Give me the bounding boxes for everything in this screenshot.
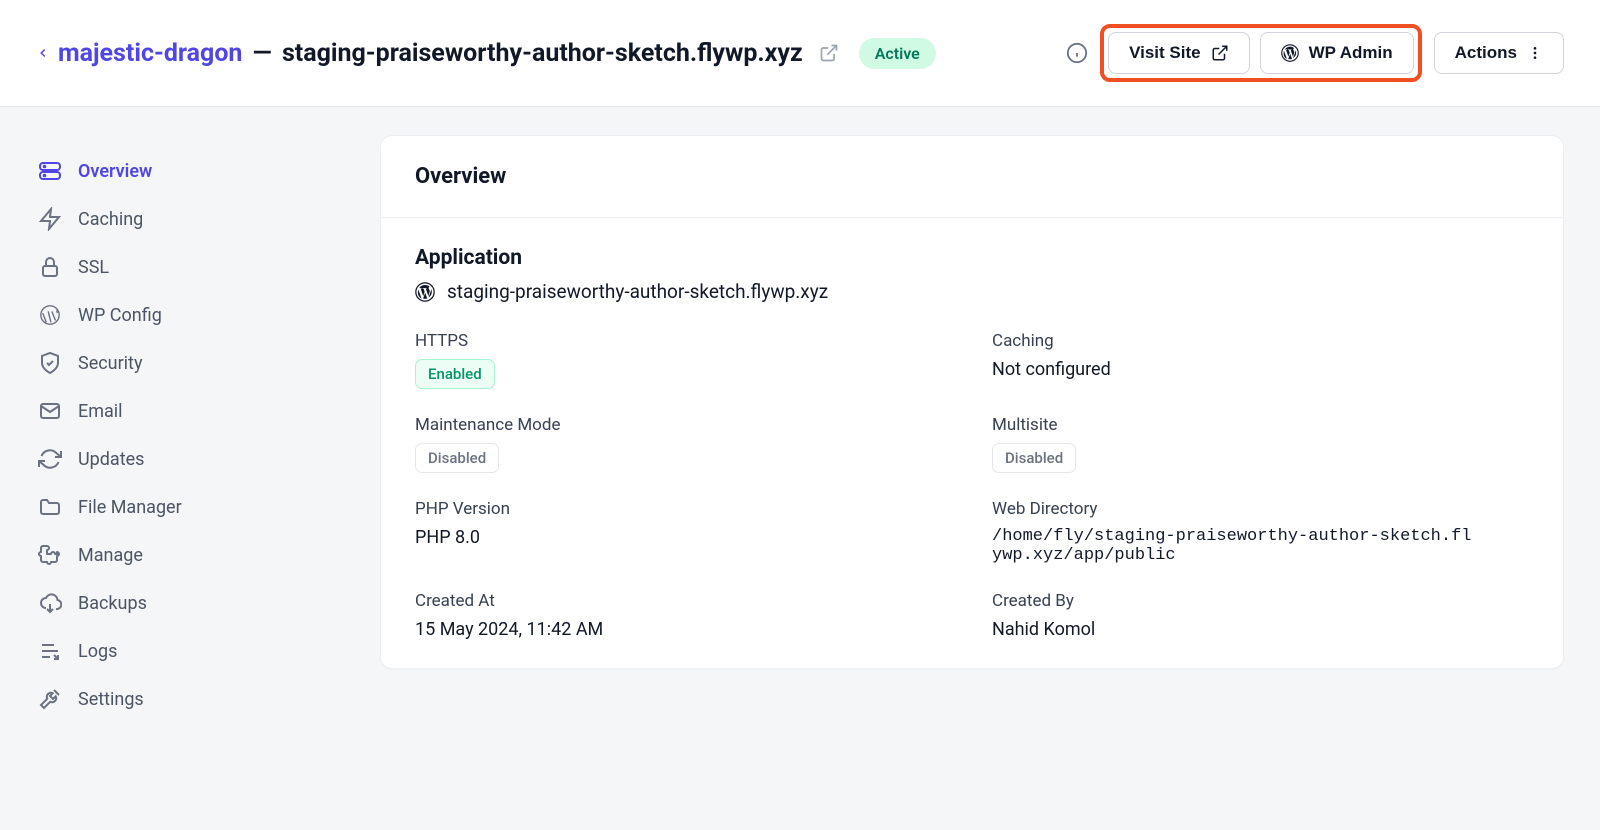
visit-site-button[interactable]: Visit Site <box>1108 32 1250 74</box>
server-name[interactable]: majestic-dragon <box>58 39 242 68</box>
maintenance-field: Maintenance Mode Disabled <box>415 415 952 473</box>
breadcrumb: majestic-dragon — staging-praiseworthy-a… <box>36 38 936 69</box>
bolt-icon <box>38 207 62 231</box>
external-link-icon[interactable] <box>819 43 839 63</box>
field-value: PHP 8.0 <box>415 527 952 548</box>
field-label: Created At <box>415 591 952 611</box>
page-header: majestic-dragon — staging-praiseworthy-a… <box>0 0 1600 107</box>
application-domain-row: staging-praiseworthy-author-sketch.flywp… <box>415 280 1529 303</box>
https-field: HTTPS Enabled <box>415 331 952 389</box>
actions-button[interactable]: Actions <box>1434 32 1564 74</box>
breadcrumb-title: majestic-dragon — staging-praiseworthy-a… <box>58 39 803 68</box>
refresh-icon <box>38 447 62 471</box>
field-label: Web Directory <box>992 499 1529 519</box>
overview-card: Overview Application staging-praiseworth… <box>380 135 1564 669</box>
tools-icon <box>38 687 62 711</box>
field-value: 15 May 2024, 11:42 AM <box>415 619 952 640</box>
main-content: Overview Application staging-praiseworth… <box>380 107 1600 830</box>
sidebar-item-label: Security <box>78 353 142 374</box>
multisite-badge: Disabled <box>992 443 1076 473</box>
field-label: Caching <box>992 331 1529 351</box>
body: Overview Caching SSL WP Config Security … <box>0 107 1600 830</box>
wordpress-icon <box>415 282 435 302</box>
webdir-field: Web Directory /home/fly/staging-praisewo… <box>992 499 1529 565</box>
external-link-icon <box>1211 44 1229 62</box>
created-at-field: Created At 15 May 2024, 11:42 AM <box>415 591 952 640</box>
breadcrumb-separator: — <box>253 39 272 68</box>
created-by-field: Created By Nahid Komol <box>992 591 1529 640</box>
info-grid: HTTPS Enabled Caching Not configured Mai… <box>415 331 1529 640</box>
cloud-download-icon <box>38 591 62 615</box>
sidebar-item-manage[interactable]: Manage <box>24 531 356 579</box>
sidebar-item-caching[interactable]: Caching <box>24 195 356 243</box>
sidebar-item-label: File Manager <box>78 497 182 518</box>
php-field: PHP Version PHP 8.0 <box>415 499 952 565</box>
highlighted-buttons: Visit Site WP Admin <box>1100 24 1422 82</box>
card-title: Overview <box>415 164 1529 189</box>
header-actions: Visit Site WP Admin Actions <box>1066 24 1564 82</box>
mail-icon <box>38 399 62 423</box>
folder-icon <box>38 495 62 519</box>
sidebar-item-email[interactable]: Email <box>24 387 356 435</box>
logs-icon <box>38 639 62 663</box>
wp-admin-button[interactable]: WP Admin <box>1260 32 1414 74</box>
card-body: Application staging-praiseworthy-author-… <box>381 218 1563 668</box>
application-heading: Application <box>415 246 1529 270</box>
puzzle-icon <box>38 543 62 567</box>
sidebar-item-overview[interactable]: Overview <box>24 147 356 195</box>
sidebar-item-label: Updates <box>78 449 144 470</box>
sidebar-item-label: Manage <box>78 545 143 566</box>
sidebar-item-file-manager[interactable]: File Manager <box>24 483 356 531</box>
info-icon[interactable] <box>1066 42 1088 64</box>
server-icon <box>38 159 62 183</box>
sidebar-item-label: Caching <box>78 209 143 230</box>
sidebar-item-wp-config[interactable]: WP Config <box>24 291 356 339</box>
sidebar-item-label: WP Config <box>78 305 162 326</box>
sidebar-item-security[interactable]: Security <box>24 339 356 387</box>
sidebar: Overview Caching SSL WP Config Security … <box>0 107 380 830</box>
sidebar-item-label: Settings <box>78 689 144 710</box>
sidebar-item-settings[interactable]: Settings <box>24 675 356 723</box>
sidebar-item-label: Email <box>78 401 123 422</box>
field-label: Multisite <box>992 415 1529 435</box>
wordpress-icon <box>38 303 62 327</box>
sidebar-item-label: Backups <box>78 593 147 614</box>
status-badge: Active <box>859 38 936 69</box>
field-label: HTTPS <box>415 331 952 351</box>
sidebar-item-updates[interactable]: Updates <box>24 435 356 483</box>
maintenance-badge: Disabled <box>415 443 499 473</box>
field-value: Nahid Komol <box>992 619 1529 640</box>
card-header: Overview <box>381 136 1563 218</box>
sidebar-item-label: SSL <box>78 257 109 278</box>
shield-icon <box>38 351 62 375</box>
more-vertical-icon <box>1527 44 1543 62</box>
visit-site-label: Visit Site <box>1129 43 1201 63</box>
wp-admin-label: WP Admin <box>1309 43 1393 63</box>
site-domain: staging-praiseworthy-author-sketch.flywp… <box>282 39 803 68</box>
lock-icon <box>38 255 62 279</box>
sidebar-item-logs[interactable]: Logs <box>24 627 356 675</box>
field-label: Maintenance Mode <box>415 415 952 435</box>
field-label: PHP Version <box>415 499 952 519</box>
https-badge: Enabled <box>415 359 495 389</box>
sidebar-item-label: Overview <box>78 161 152 182</box>
field-value: /home/fly/staging-praiseworthy-author-sk… <box>992 527 1472 565</box>
actions-label: Actions <box>1455 43 1517 63</box>
application-domain: staging-praiseworthy-author-sketch.flywp… <box>447 280 828 303</box>
wordpress-icon <box>1281 44 1299 62</box>
multisite-field: Multisite Disabled <box>992 415 1529 473</box>
caching-field: Caching Not configured <box>992 331 1529 389</box>
field-label: Created By <box>992 591 1529 611</box>
back-chevron-icon[interactable] <box>36 42 50 64</box>
sidebar-item-ssl[interactable]: SSL <box>24 243 356 291</box>
sidebar-item-backups[interactable]: Backups <box>24 579 356 627</box>
sidebar-item-label: Logs <box>78 641 117 662</box>
field-value: Not configured <box>992 359 1529 380</box>
